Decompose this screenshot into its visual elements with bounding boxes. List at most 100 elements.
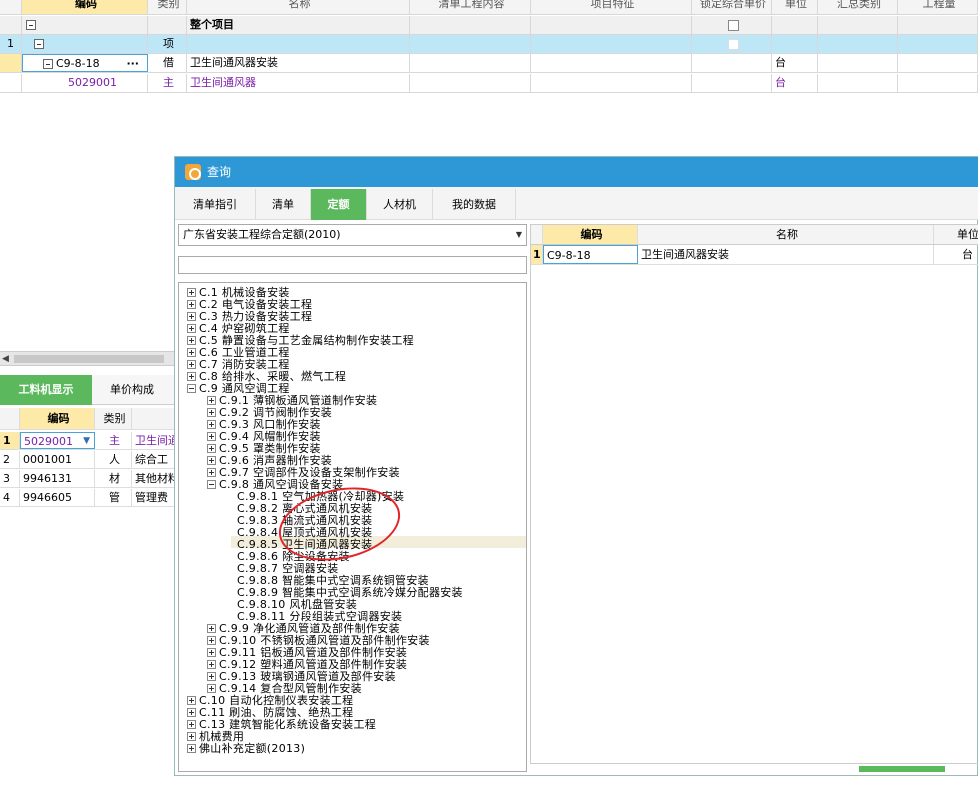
code-cell[interactable]: C9-8-18	[543, 245, 638, 264]
expand-icon[interactable]	[187, 348, 196, 357]
tab-quota[interactable]: 定额	[311, 189, 367, 220]
lock-cell	[692, 54, 772, 72]
header-summary-type[interactable]: 汇总类别	[818, 0, 898, 14]
collapse-icon[interactable]	[34, 39, 44, 49]
tree-node[interactable]: 佛山补充定额(2013)	[187, 743, 305, 755]
expand-icon[interactable]	[187, 288, 196, 297]
code-cell[interactable]: C9-8-18 ···	[22, 54, 148, 72]
lock-price-checkbox[interactable]	[727, 19, 739, 31]
header-unit[interactable]: 单位	[772, 0, 818, 14]
expand-icon[interactable]	[207, 648, 216, 657]
code-cell[interactable]: 9946131	[20, 470, 95, 487]
expand-icon[interactable]	[187, 336, 196, 345]
collapse-icon[interactable]	[43, 59, 53, 69]
expand-icon[interactable]	[207, 684, 216, 693]
table-row[interactable]: 1 C9-8-18 卫生间通风器安装 台	[531, 245, 978, 265]
type-cell: 主	[95, 432, 132, 449]
expand-icon[interactable]	[187, 324, 196, 333]
expand-icon[interactable]	[207, 408, 216, 417]
expand-icon[interactable]	[207, 420, 216, 429]
header-code[interactable]: 编码	[22, 0, 148, 14]
table-row[interactable]: 3 9946131 材 其他材料	[0, 470, 176, 488]
content-cell	[410, 16, 531, 34]
expand-icon[interactable]	[187, 744, 196, 753]
tab-price-composition[interactable]: 单价构成	[92, 375, 172, 405]
collapse-icon[interactable]	[207, 480, 216, 489]
expand-icon[interactable]	[187, 696, 196, 705]
code-cell[interactable]: 0001001	[20, 451, 95, 468]
expand-icon[interactable]	[207, 396, 216, 405]
expand-icon[interactable]	[207, 444, 216, 453]
lock-price-checkbox[interactable]	[727, 38, 739, 50]
expand-icon[interactable]	[187, 372, 196, 381]
collapse-toggle[interactable]	[22, 35, 148, 53]
quota-library-select[interactable]: 广东省安装工程综合定额(2010) ▼	[178, 224, 527, 246]
header-name[interactable]: 名称	[187, 0, 410, 14]
name-cell: 管理费	[132, 489, 176, 506]
dropdown-icon[interactable]: ▼	[83, 433, 90, 448]
expand-icon[interactable]	[187, 732, 196, 741]
tab-bill-guide[interactable]: 清单指引	[175, 189, 256, 220]
row-number: 1	[0, 35, 22, 53]
expand-icon[interactable]	[187, 312, 196, 321]
name-cell: 整个项目	[187, 16, 410, 34]
scroll-left-icon[interactable]: ◀	[2, 354, 9, 364]
tab-material-display[interactable]: 工料机显示	[0, 375, 92, 405]
header-code[interactable]: 编码	[543, 225, 638, 244]
table-row[interactable]: 4 9946605 管 管理费	[0, 489, 176, 507]
row-number: 1	[0, 432, 20, 449]
code-cell[interactable]: 9946605	[20, 489, 95, 506]
header-rownum	[531, 225, 543, 244]
table-row[interactable]: 2 0001001 人 综合工	[0, 451, 176, 469]
header-content[interactable]: 清单工程内容	[410, 0, 531, 14]
expand-icon[interactable]	[207, 672, 216, 681]
table-row[interactable]: 整个项目	[0, 16, 978, 35]
collapse-icon[interactable]	[26, 20, 36, 30]
tree-node-label: 佛山补充定额(2013)	[199, 742, 306, 755]
table-row[interactable]: 1 5029001 ▼ 主 卫生间通	[0, 432, 176, 450]
expand-icon[interactable]	[187, 720, 196, 729]
results-header: 编码 名称 单位	[531, 225, 978, 245]
header-type[interactable]: 类别	[95, 408, 132, 429]
header-name[interactable]: 名称	[638, 225, 934, 244]
more-button[interactable]: ···	[126, 55, 139, 71]
tab-labor-material-machine[interactable]: 人材机	[367, 189, 433, 220]
scrollbar-thumb[interactable]	[14, 355, 164, 363]
header-quantity[interactable]: 工程量	[898, 0, 978, 14]
chevron-down-icon[interactable]: ▼	[516, 225, 522, 245]
header-name[interactable]	[132, 408, 176, 429]
collapse-toggle[interactable]	[22, 16, 148, 34]
search-input[interactable]	[178, 256, 527, 274]
tab-bill[interactable]: 清单	[256, 189, 311, 220]
table-row[interactable]: C9-8-18 ··· 借 卫生间通风器安装 台	[0, 54, 978, 73]
app-logo-icon	[185, 164, 201, 180]
detail-tabs: 工料机显示 单价构成	[0, 375, 176, 405]
expand-icon[interactable]	[207, 456, 216, 465]
code-cell[interactable]: 5029001 ▼	[20, 432, 95, 449]
horizontal-scrollbar[interactable]: ◀	[0, 351, 176, 366]
material-grid-header: 编码 类别	[0, 408, 176, 430]
header-code[interactable]: 编码	[20, 408, 95, 429]
expand-icon[interactable]	[187, 360, 196, 369]
header-unit[interactable]: 单位	[934, 225, 978, 244]
table-row[interactable]: 1 项	[0, 35, 978, 54]
expand-icon[interactable]	[187, 300, 196, 309]
table-row[interactable]: 5029001 主 卫生间通风器 台	[0, 74, 978, 93]
row-number: 3	[0, 470, 20, 487]
dialog-titlebar[interactable]: 查询	[175, 157, 978, 187]
expand-icon[interactable]	[207, 432, 216, 441]
row-number	[0, 16, 22, 34]
expand-icon[interactable]	[207, 624, 216, 633]
expand-icon[interactable]	[187, 708, 196, 717]
tab-my-data[interactable]: 我的数据	[433, 189, 516, 220]
collapse-icon[interactable]	[187, 384, 196, 393]
header-lock-price[interactable]: 锁定综合单价	[692, 0, 772, 14]
expand-icon[interactable]	[207, 636, 216, 645]
expand-icon[interactable]	[207, 660, 216, 669]
code-cell[interactable]: 5029001	[22, 74, 148, 92]
feature-cell	[531, 35, 692, 53]
expand-icon[interactable]	[207, 468, 216, 477]
header-type[interactable]: 类别	[148, 0, 187, 14]
expand-handle[interactable]	[859, 766, 945, 772]
header-feature[interactable]: 项目特征	[531, 0, 692, 14]
